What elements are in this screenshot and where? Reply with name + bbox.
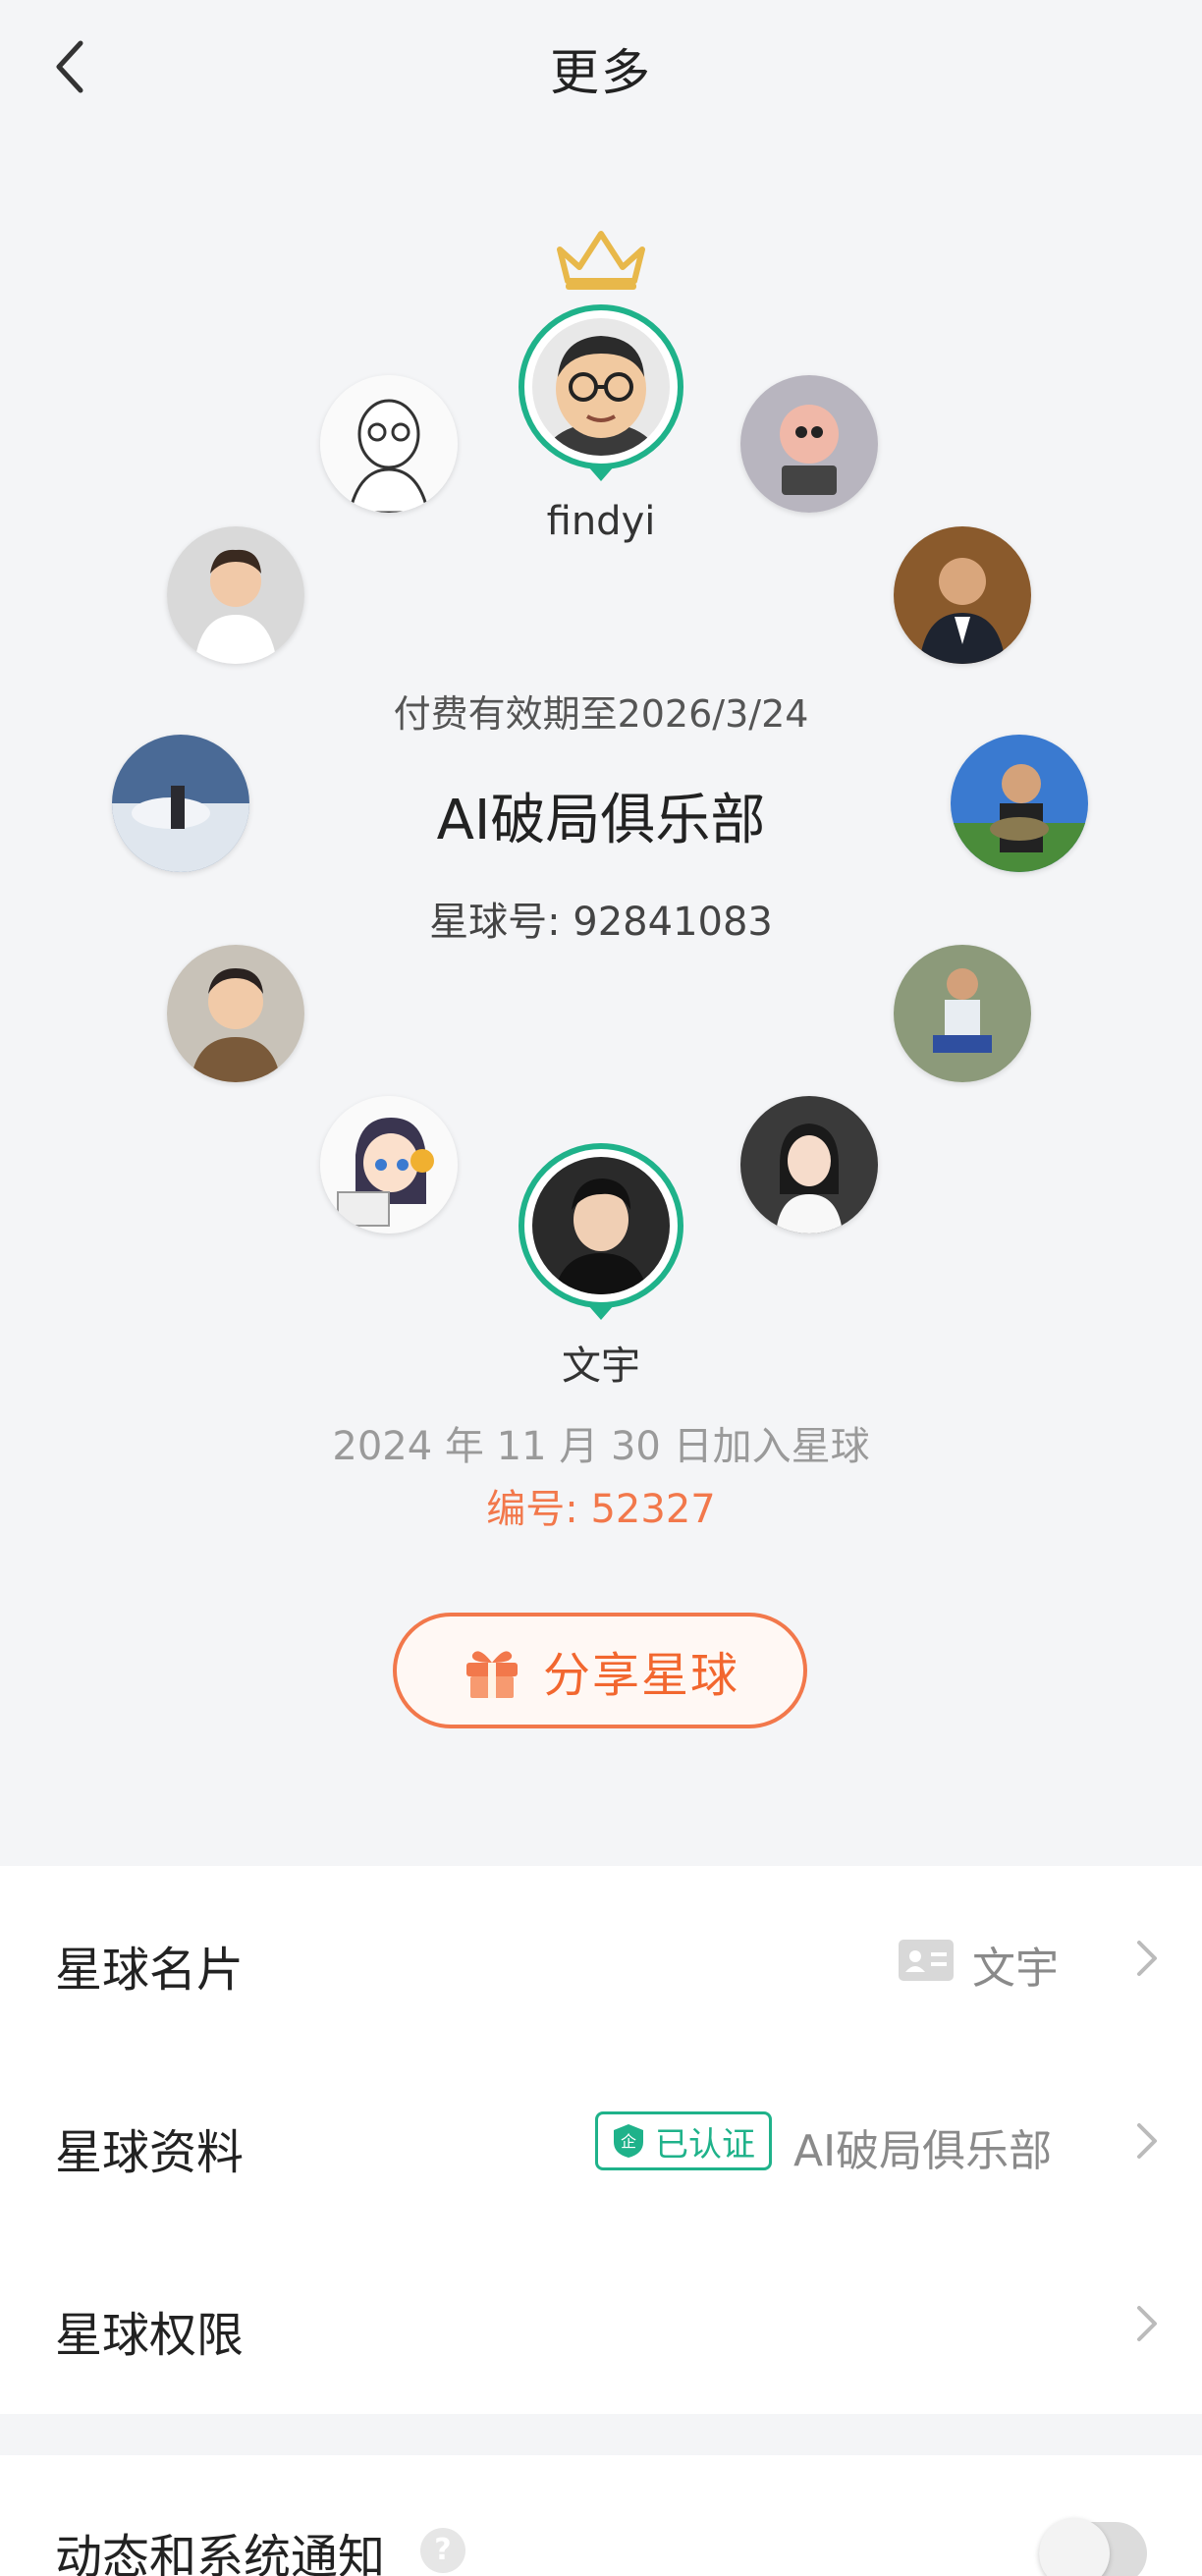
group-name: AI破局俱乐部 [436, 789, 766, 852]
verified-badge: 企 已认证 [595, 2111, 772, 2170]
group-card-title: 星球名片 [55, 1943, 245, 1998]
verified-label: 已认证 [655, 2124, 755, 2165]
my-avatar-image [532, 1157, 670, 1294]
chevron-right-icon [1133, 2302, 1161, 2345]
member-avatar[interactable] [320, 1096, 458, 1233]
settings-list: 星球名片 文宇 星球资料 企 已认证 AI破局俱乐部 星球权限 [0, 1866, 1202, 2414]
member-avatar[interactable] [740, 1096, 878, 1233]
member-ring: findyi 文宇 付费有效期至2026/3/24 AI破局俱乐部 星球号: 9… [0, 0, 1202, 1866]
my-avatar[interactable] [519, 1143, 683, 1308]
member-avatar[interactable] [894, 526, 1031, 664]
valid-until: 付费有效期至2026/3/24 [393, 692, 809, 736]
member-avatar[interactable] [167, 945, 304, 1082]
group-permissions-row[interactable]: 星球权限 [0, 2231, 1202, 2414]
my-ring-pointer [587, 1304, 615, 1320]
group-profile-row[interactable]: 星球资料 企 已认证 AI破局俱乐部 [0, 2049, 1202, 2231]
chevron-right-icon [1133, 2119, 1161, 2163]
owner-avatar[interactable] [519, 304, 683, 469]
member-avatar[interactable] [894, 945, 1031, 1082]
group-id: 星球号: 92841083 [429, 900, 773, 945]
gift-icon [465, 1651, 518, 1698]
my-name: 文宇 [562, 1343, 640, 1389]
notifications-title: 动态和系统通知 [55, 2530, 386, 2576]
group-card-value: 文宇 [972, 1944, 1059, 1994]
group-profile-value: AI破局俱乐部 [793, 2126, 1053, 2176]
chevron-right-icon [1133, 1937, 1161, 1980]
owner-name: findyi [546, 499, 656, 544]
share-button-label: 分享星球 [542, 1648, 739, 1703]
owner-ring-pointer [587, 466, 615, 481]
group-card-row[interactable]: 星球名片 文宇 [0, 1866, 1202, 2049]
crown-icon [557, 231, 645, 290]
member-avatar[interactable] [167, 526, 304, 664]
toggle-knob [1039, 2518, 1110, 2576]
owner-avatar-image [532, 318, 670, 456]
group-profile-title: 星球资料 [55, 2125, 245, 2180]
join-date: 2024 年 11 月 30 日加入星球 [332, 1424, 870, 1469]
notifications-toggle[interactable] [1039, 2518, 1147, 2576]
help-icon[interactable]: ? [420, 2528, 465, 2573]
id-card-icon [899, 1940, 954, 1981]
shield-enterprise-icon: 企 [614, 2124, 643, 2158]
group-permissions-title: 星球权限 [55, 2308, 245, 2363]
member-number: 编号: 52327 [486, 1487, 716, 1532]
share-group-button[interactable]: 分享星球 [393, 1613, 807, 1728]
member-avatar[interactable] [320, 375, 458, 513]
member-avatar[interactable] [740, 375, 878, 513]
svg-text:企: 企 [621, 2132, 636, 2151]
notification-settings: 动态和系统通知 ? [0, 2455, 1202, 2576]
